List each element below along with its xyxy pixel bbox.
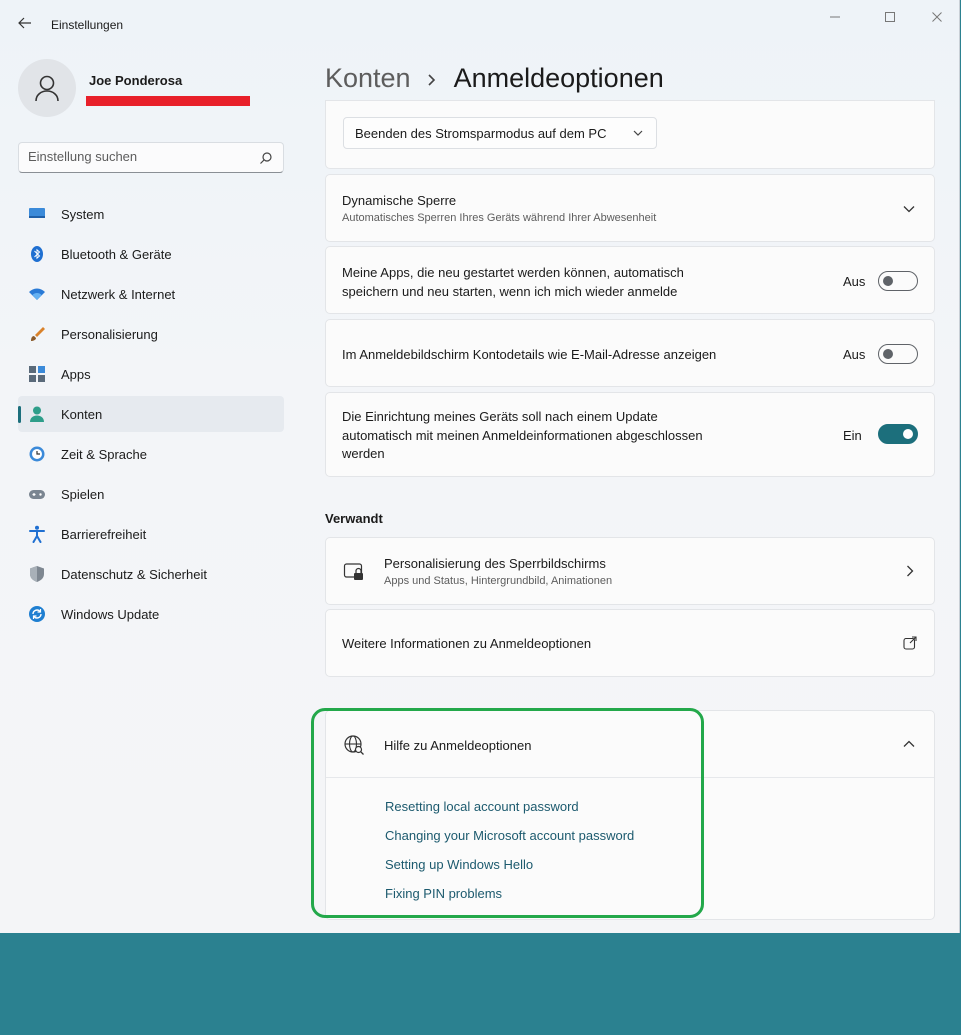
back-button[interactable] — [14, 12, 36, 34]
restart-apps-label-line1: Meine Apps, die neu gestartet werden kön… — [342, 265, 684, 280]
update-icon — [28, 605, 46, 623]
sidebar-item-label: Barrierefreiheit — [61, 526, 147, 542]
title-bar: Einstellungen — [0, 0, 959, 40]
sidebar-item-accessibility[interactable]: Barrierefreiheit — [18, 516, 284, 552]
sidebar-item-accounts[interactable]: Konten — [18, 396, 284, 432]
sleep-setting-card: Beenden des Stromsparmodus auf dem PC — [325, 100, 935, 169]
sidebar-item-time-language[interactable]: Zeit & Sprache — [18, 436, 284, 472]
sidebar-item-label: Datenschutz & Sicherheit — [61, 566, 207, 582]
account-details-label: Im Anmeldebildschirm Kontodetails wie E-… — [342, 347, 717, 362]
wifi-icon — [28, 285, 46, 303]
lockscreen-personalization-card[interactable]: Personalisierung des Sperrbildschirms Ap… — [325, 537, 935, 605]
chevron-right-icon — [427, 63, 437, 94]
sidebar-item-network[interactable]: Netzwerk & Internet — [18, 276, 284, 312]
accessibility-icon — [28, 525, 46, 543]
finish-setup-label-line3: werden — [342, 446, 385, 461]
minimize-button[interactable] — [820, 6, 850, 28]
user-email-redacted — [86, 96, 250, 106]
highlight-outline — [311, 708, 704, 918]
dynamic-lock-card[interactable]: Dynamische Sperre Automatisches Sperren … — [325, 174, 935, 242]
sidebar-item-label: Netzwerk & Internet — [61, 286, 176, 302]
sidebar-item-system[interactable]: System — [18, 196, 284, 232]
settings-window: Einstellungen Joe Ponderosa Einstellung … — [0, 0, 960, 933]
bluetooth-icon — [28, 245, 46, 263]
back-arrow-icon — [18, 17, 31, 29]
shield-icon — [28, 565, 46, 583]
page-title: Anmeldeoptionen — [453, 62, 664, 93]
desktop-background — [0, 933, 961, 1035]
sidebar-item-windows-update[interactable]: Windows Update — [18, 596, 284, 632]
minimize-icon — [830, 16, 840, 18]
maximize-icon — [885, 12, 895, 22]
account-details-toggle[interactable] — [878, 344, 918, 364]
sidebar-item-label: Personalisierung — [61, 326, 158, 342]
gamepad-icon — [28, 485, 46, 503]
sidebar-item-label: Bluetooth & Geräte — [61, 246, 172, 262]
avatar[interactable] — [18, 59, 76, 117]
monitor-icon — [28, 205, 46, 223]
sidebar-item-label: Spielen — [61, 486, 105, 502]
dynamic-lock-subtitle: Automatisches Sperren Ihres Geräts währe… — [342, 212, 657, 224]
sidebar-item-label: Zeit & Sprache — [61, 446, 147, 462]
account-icon — [28, 405, 46, 423]
sidebar-item-label: Konten — [61, 406, 103, 422]
user-name: Joe Ponderosa — [89, 73, 183, 88]
account-details-state: Aus — [843, 347, 866, 362]
restart-apps-toggle[interactable] — [878, 271, 918, 291]
search-input[interactable] — [28, 149, 248, 164]
dynamic-lock-title: Dynamische Sperre — [342, 193, 457, 208]
chevron-right-icon — [907, 565, 914, 577]
apps-icon — [28, 365, 46, 383]
account-details-card: Im Anmeldebildschirm Kontodetails wie E-… — [325, 319, 935, 387]
finish-setup-toggle[interactable] — [878, 424, 918, 444]
sidebar-item-apps[interactable]: Apps — [18, 356, 284, 392]
chevron-up-icon[interactable] — [903, 740, 915, 748]
sleep-dropdown-value: Beenden des Stromsparmodus auf dem PC — [355, 126, 607, 141]
breadcrumb: Konten Anmeldeoptionen — [325, 58, 664, 98]
maximize-button[interactable] — [875, 6, 905, 28]
user-icon — [35, 75, 59, 102]
sidebar-item-label: Apps — [61, 366, 91, 382]
sidebar-item-label: System — [61, 206, 105, 222]
search-box[interactable] — [18, 142, 284, 173]
sleep-dropdown[interactable]: Beenden des Stromsparmodus auf dem PC — [343, 117, 657, 149]
breadcrumb-parent[interactable]: Konten — [325, 63, 411, 94]
finish-setup-label-line1: Die Einrichtung meines Geräts soll nach … — [342, 409, 658, 424]
close-button[interactable] — [922, 6, 952, 28]
more-info-label: Weitere Informationen zu Anmeldeoptionen — [342, 636, 592, 651]
finish-setup-state: Ein — [843, 428, 862, 443]
sidebar-item-gaming[interactable]: Spielen — [18, 476, 284, 512]
sidebar-item-label: Windows Update — [61, 606, 160, 622]
chevron-down-icon[interactable] — [903, 205, 915, 213]
finish-setup-card: Die Einrichtung meines Geräts soll nach … — [325, 392, 935, 477]
clock-globe-icon — [28, 445, 46, 463]
app-title: Einstellungen — [51, 18, 124, 32]
search-icon[interactable] — [259, 151, 273, 165]
finish-setup-label-line2: automatisch mit meinen Anmeldeinformatio… — [342, 428, 703, 443]
related-heading: Verwandt — [325, 511, 383, 526]
lock-screen-icon — [343, 563, 363, 580]
external-link-icon — [903, 636, 917, 650]
sidebar-item-personalization[interactable]: Personalisierung — [18, 316, 284, 352]
chevron-down-icon — [633, 130, 643, 136]
sidebar-item-privacy[interactable]: Datenschutz & Sicherheit — [18, 556, 284, 592]
brush-icon — [28, 325, 46, 343]
lockscreen-title: Personalisierung des Sperrbildschirms — [384, 556, 606, 571]
close-icon — [932, 12, 942, 22]
restart-apps-label-line2: speichern und neu starten, wenn ich mich… — [342, 284, 678, 299]
restart-apps-state: Aus — [843, 274, 866, 289]
lockscreen-subtitle: Apps und Status, Hintergrundbild, Animat… — [384, 575, 613, 587]
restart-apps-card: Meine Apps, die neu gestartet werden kön… — [325, 246, 935, 314]
sidebar-item-bluetooth[interactable]: Bluetooth & Geräte — [18, 236, 284, 272]
sidebar-nav: System Bluetooth & Geräte Netzwerk & Int… — [18, 196, 284, 636]
more-info-card[interactable]: Weitere Informationen zu Anmeldeoptionen — [325, 609, 935, 677]
